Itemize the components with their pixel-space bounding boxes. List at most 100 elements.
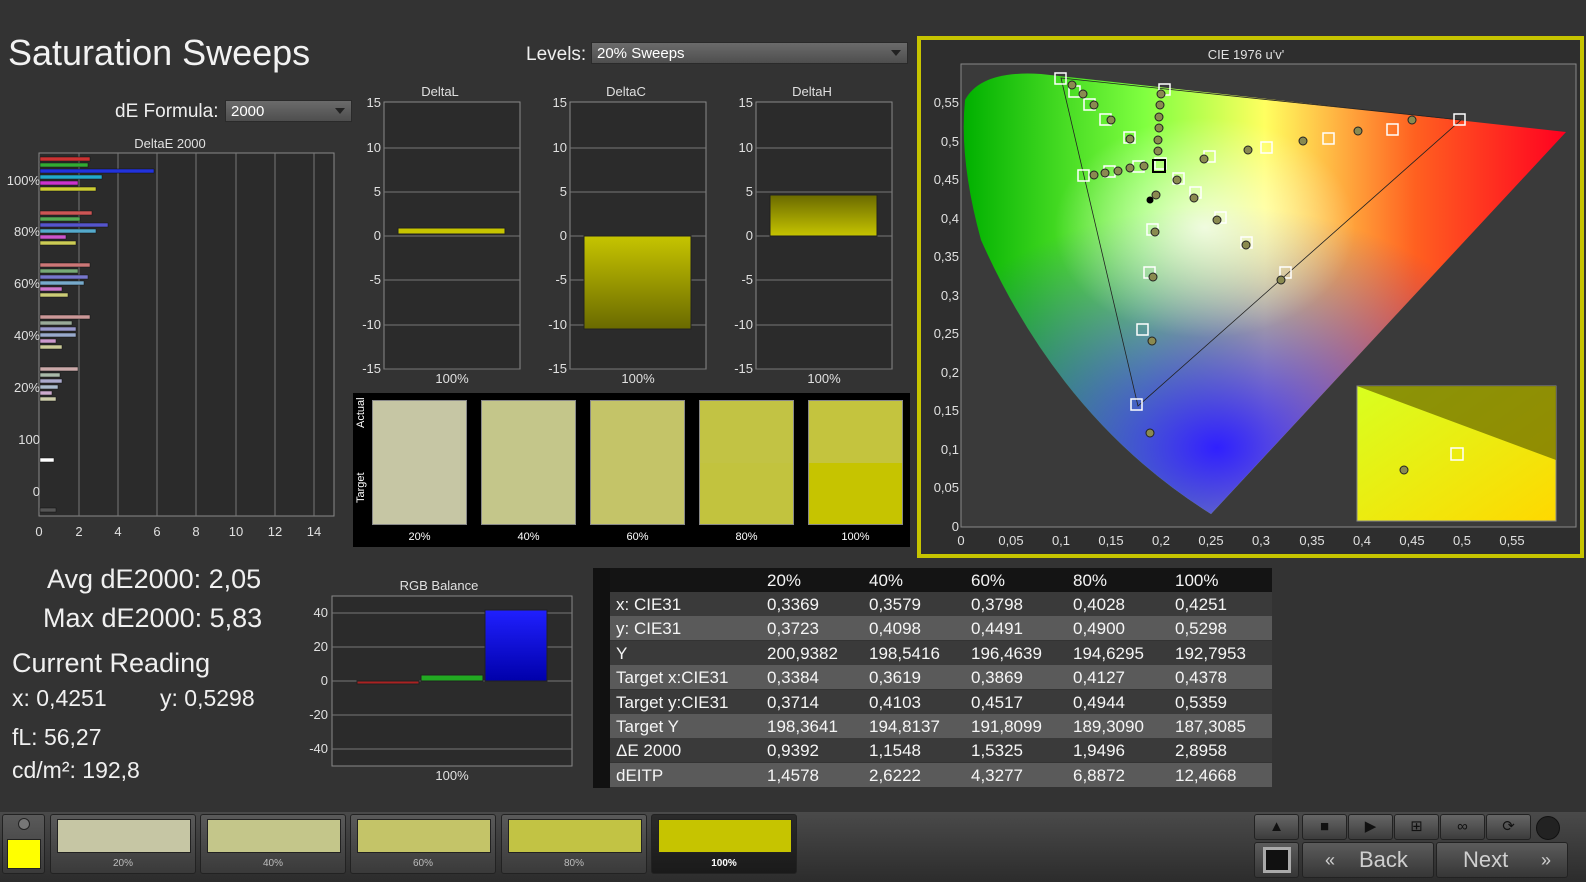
table-cell: 0,4900 (1073, 619, 1125, 639)
max-de: Max dE2000: 5,83 (43, 603, 263, 633)
svg-text:0,45: 0,45 (1399, 533, 1424, 548)
deltaL-title: DeltaL (421, 84, 459, 99)
refresh-button[interactable]: ⟳ (1486, 814, 1531, 840)
svg-text:0,05: 0,05 (934, 480, 959, 495)
page-title: Saturation Sweeps (8, 32, 311, 73)
current-reading-label: Current Reading (12, 648, 211, 678)
table-cell: 0,4378 (1175, 668, 1227, 688)
levels-dropdown[interactable]: 20% Sweeps (591, 42, 908, 64)
table-cell: 4,3277 (971, 765, 1023, 785)
swatch-color (207, 819, 341, 853)
table-row: Target Y 198,3641 194,8137 191,8099 189,3090… (610, 714, 1272, 738)
table-cell: 0,3579 (869, 595, 921, 614)
table-row: dEITP 1,4578 2,6222 4,3277 6,8872 12,4668 (610, 762, 1272, 787)
svg-text:0: 0 (374, 228, 381, 243)
svg-text:0,35: 0,35 (1299, 533, 1324, 548)
table-cell: 1,5325 (971, 741, 1023, 761)
table-row: Target x:CIE31 0,3384 0,3619 0,3869 0,4127 0,… (610, 665, 1272, 690)
y-label: 100% (7, 173, 41, 188)
current-color-swatch (7, 839, 41, 869)
bottom-swatch-80[interactable]: 80% (501, 814, 647, 874)
swatch-label: 100% (711, 858, 737, 869)
svg-text:-15: -15 (734, 361, 753, 376)
rgb-balance-chart: RGB Balance 40 20 0 -20 -40 100% (309, 578, 573, 783)
bottom-swatch-40[interactable]: 40% (200, 814, 346, 874)
svg-text:5: 5 (374, 184, 381, 199)
svg-text:0,55: 0,55 (1499, 533, 1524, 548)
arrow-up-button[interactable]: ▲ (1254, 814, 1299, 840)
svg-text:10: 10 (739, 140, 753, 155)
swatch-100: 100% (808, 400, 903, 543)
table-cell: 1,9496 (1073, 741, 1125, 761)
green-bar (420, 674, 484, 682)
swatch-color (57, 819, 191, 853)
swatch-20: 20% (372, 400, 467, 543)
svg-text:-20: -20 (309, 707, 328, 722)
formula-dropdown[interactable]: 2000 (225, 100, 352, 122)
stop-square-button[interactable] (1254, 842, 1299, 878)
bottom-swatch-60[interactable]: 60% (350, 814, 496, 874)
stop-button[interactable]: ■ (1302, 814, 1347, 840)
svg-text:0,45: 0,45 (934, 172, 959, 187)
refresh-icon: ⟳ (1502, 818, 1515, 835)
row-label: Target x:CIE31 (616, 668, 729, 688)
svg-text:0,2: 0,2 (1152, 533, 1170, 548)
svg-text:15: 15 (739, 95, 753, 110)
svg-text:-40: -40 (309, 741, 328, 756)
deltaH-chart: DeltaH 15 10 5 0 -5 -10 -15 100% (734, 84, 893, 386)
x-tick: 0 (35, 524, 42, 539)
svg-text:0: 0 (746, 228, 753, 243)
table-header: 20% 40% 60% 80% 100% (610, 568, 1272, 592)
deltaC-title: DeltaC (606, 84, 646, 99)
target-label: Target (355, 472, 367, 503)
svg-text:0,1: 0,1 (1052, 533, 1070, 548)
measure-button[interactable]: ⊞ (1394, 814, 1439, 840)
svg-text:10: 10 (367, 140, 381, 155)
swatch-color (508, 819, 642, 853)
svg-text:5: 5 (560, 184, 567, 199)
svg-text:40: 40 (314, 605, 328, 620)
avg-de: Avg dE2000: 2,05 (47, 564, 262, 594)
chevron-double-right-icon: » (1541, 850, 1552, 870)
deltae-chart: DeltaE 2000 0 2 4 6 8 10 12 14 100% 80% … (7, 136, 335, 539)
table-cell: 1,1548 (869, 741, 921, 761)
svg-text:0: 0 (560, 228, 567, 243)
y-label: 40% (14, 328, 40, 343)
table-row: Target y:CIE31 0,3714 0,4103 0,4517 0,4944 0,… (610, 689, 1272, 714)
levels-value: 20% Sweeps (597, 45, 685, 62)
table-cell: 198,5416 (869, 643, 940, 663)
swatch-label: 20% (112, 858, 133, 869)
table-cell: 12,4668 (1175, 765, 1237, 785)
next-button[interactable]: Next » (1436, 842, 1568, 878)
table-cell: 0,4491 (971, 619, 1023, 639)
back-button[interactable]: « Back (1302, 842, 1434, 878)
svg-text:15: 15 (553, 95, 567, 110)
stop-icon: ■ (1319, 818, 1330, 835)
svg-text:0,4: 0,4 (1353, 533, 1371, 548)
current-color-button[interactable] (2, 814, 45, 874)
deltaH-bar (769, 194, 878, 237)
loop-button[interactable]: ∞ (1440, 814, 1485, 840)
table-cell: 0,3723 (767, 619, 819, 639)
x-tick: 12 (268, 524, 282, 539)
y-label: 0 (33, 484, 40, 499)
bottom-swatch-100[interactable]: 100% (651, 814, 797, 874)
table-cell: 0,4098 (869, 619, 921, 639)
row-label: y: CIE31 (616, 619, 682, 639)
chevron-double-left-icon: « (1325, 850, 1336, 870)
levels-label: Levels: (526, 44, 587, 65)
svg-text:0,05: 0,05 (998, 533, 1023, 548)
play-button[interactable]: ▶ (1348, 814, 1393, 840)
swatch-80: 80% (699, 400, 794, 543)
table-row: x: CIE31 0,3369 0,3579 0,3798 0,4028 0,4251 (610, 592, 1272, 616)
svg-text:0,15: 0,15 (934, 403, 959, 418)
row-label: Target Y (616, 717, 680, 736)
blue-bar (484, 609, 548, 682)
y-label: 20% (14, 380, 40, 395)
table-row: ΔE 2000 0,9392 1,1548 1,5325 1,9496 2,8958 (610, 738, 1272, 763)
table-cell: 0,4517 (971, 692, 1023, 712)
bottom-swatch-20[interactable]: 20% (50, 814, 196, 874)
table-cell: 6,8872 (1073, 765, 1125, 785)
table-cell: 194,8137 (869, 717, 940, 736)
svg-text:0: 0 (957, 533, 964, 548)
